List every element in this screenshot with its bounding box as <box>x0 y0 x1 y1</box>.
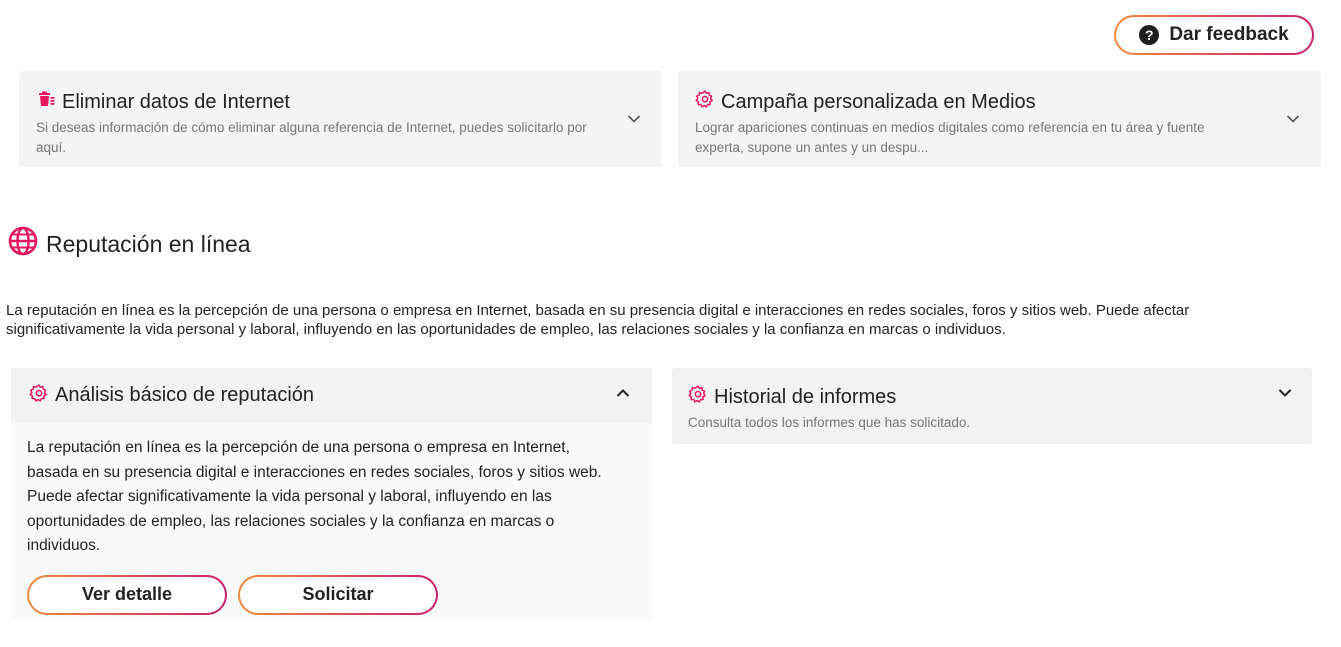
solicitar-label: Solicitar <box>240 576 436 613</box>
card-historial-title: Historial de informes <box>714 385 897 408</box>
analysis-panel: Análisis básico de reputación La reputac… <box>11 368 652 618</box>
chevron-up-icon[interactable] <box>614 384 632 402</box>
analysis-panel-header[interactable]: Análisis básico de reputación <box>11 368 652 423</box>
gear-icon <box>29 383 49 409</box>
solicitar-button[interactable]: Solicitar <box>238 574 438 615</box>
card-eliminar-datos[interactable]: Eliminar datos de Internet Si deseas inf… <box>19 71 662 167</box>
feedback-button-inner[interactable]: ? Dar feedback <box>1116 17 1312 53</box>
gear-icon <box>695 89 715 115</box>
card-eliminar-datos-description: Si deseas información de cómo eliminar a… <box>36 120 587 155</box>
ver-detalle-label: Ver detalle <box>29 576 225 613</box>
section-title: Reputación en línea <box>8 226 251 262</box>
ver-detalle-button[interactable]: Ver detalle <box>27 574 227 615</box>
gear-icon <box>688 384 708 410</box>
section-description: La reputación en línea es la percepción … <box>6 302 1190 338</box>
card-campana-medios-description: Lograr apariciones continuas en medios d… <box>695 120 1205 155</box>
card-campana-medios-header: Campaña personalizada en Medios <box>695 89 1321 115</box>
question-circle-icon: ? <box>1139 25 1160 45</box>
analysis-panel-title: Análisis básico de reputación <box>55 384 315 406</box>
trash-icon <box>36 89 56 115</box>
card-historial-header: Historial de informes <box>688 384 1312 410</box>
card-eliminar-datos-title: Eliminar datos de Internet <box>62 90 290 113</box>
card-historial-informes[interactable]: Historial de informes Consulta todos los… <box>672 368 1312 444</box>
card-campana-medios-title: Campaña personalizada en Medios <box>721 90 1036 113</box>
section-title-label: Reputación en línea <box>46 230 251 257</box>
card-campana-medios[interactable]: Campaña personalizada en Medios Lograr a… <box>678 71 1321 167</box>
card-eliminar-datos-header: Eliminar datos de Internet <box>36 89 662 115</box>
feedback-button[interactable]: ? Dar feedback <box>1114 15 1314 55</box>
chevron-down-icon[interactable] <box>625 110 643 128</box>
chevron-down-icon[interactable] <box>1284 110 1302 128</box>
feedback-label: Dar feedback <box>1169 24 1289 45</box>
analysis-panel-body: La reputación en línea es la percepción … <box>27 439 602 554</box>
globe-icon <box>8 226 38 262</box>
chevron-down-icon[interactable] <box>1276 384 1294 402</box>
card-historial-description: Consulta todos los informes que has soli… <box>688 415 971 430</box>
